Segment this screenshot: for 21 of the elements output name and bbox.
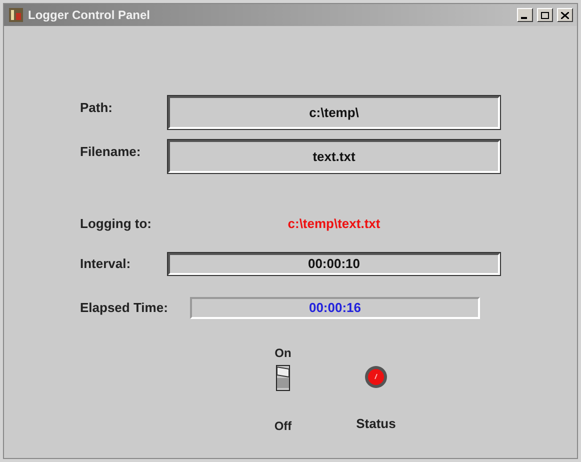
maximize-icon <box>541 12 549 18</box>
close-icon <box>561 12 569 18</box>
field-label: Filename: <box>80 143 142 161</box>
minimize-button[interactable] <box>517 8 533 22</box>
window-title: Logger Control Panel <box>28 7 152 24</box>
interval-label: Interval: <box>80 255 132 274</box>
interval-field[interactable]: 00:00:10 <box>168 253 500 275</box>
text-field[interactable]: text.txt <box>168 140 500 173</box>
on-label: On <box>274 345 292 362</box>
close-button[interactable] <box>557 8 573 22</box>
status-label: Status <box>356 415 396 433</box>
toggle-switch[interactable] <box>276 365 290 391</box>
maximize-button[interactable] <box>537 8 553 22</box>
logging-path: c:\temp\text.txt <box>286 215 382 234</box>
elapsed-time-display: 00:00:16 <box>190 297 480 319</box>
off-label: Off <box>274 418 292 435</box>
field-label: Path: <box>80 99 114 117</box>
app-icon <box>8 7 24 23</box>
logging-label: Logging to: <box>80 215 152 234</box>
elapsed-label: Elapsed Time: <box>80 299 169 318</box>
text-field[interactable]: c:\temp\ <box>168 96 500 129</box>
